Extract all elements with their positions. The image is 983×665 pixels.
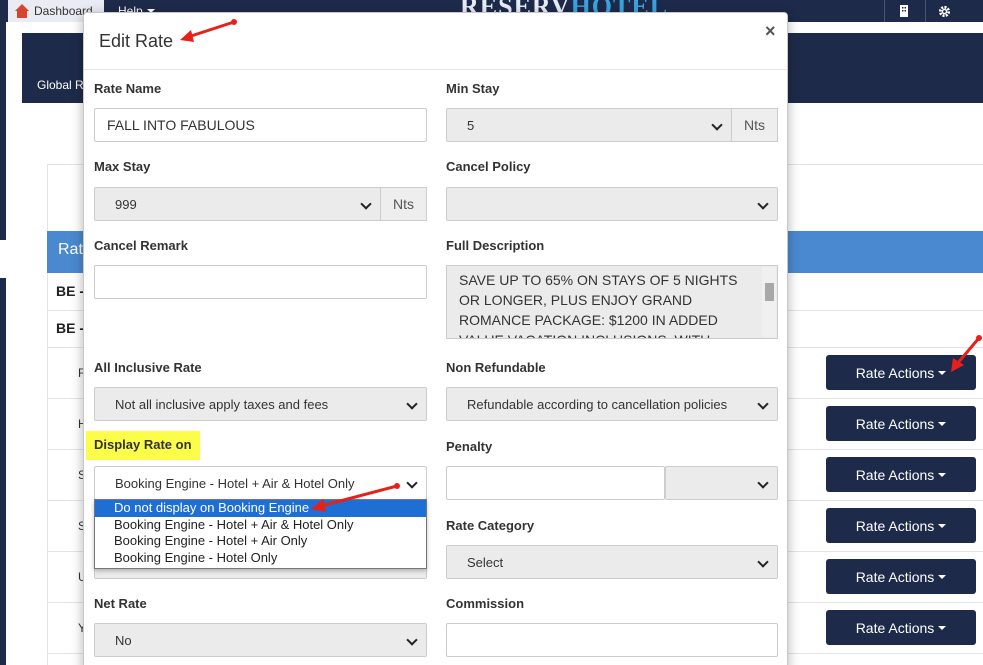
rate-actions-button[interactable]: Rate Actions [826,406,976,441]
min-stay-label: Min Stay [446,81,500,96]
caret-down-icon [938,625,947,630]
rate-actions-button[interactable]: Rate Actions [826,457,976,492]
non-refundable-label: Non Refundable [446,360,546,375]
min-stay-unit: Nts [731,108,778,142]
chevron-down-icon [406,634,418,646]
global-rates-nav[interactable]: Global R [37,78,84,92]
penalty-input[interactable] [446,466,665,500]
scrollbar-thumb[interactable] [765,283,774,301]
cancel-remark-label: Cancel Remark [94,238,188,253]
chevron-down-icon [360,198,372,210]
max-stay-label: Max Stay [94,159,151,174]
chevron-down-icon [406,398,418,410]
chevron-down-icon [757,398,769,410]
display-rate-on-options: Do not display on Booking Engine Booking… [94,499,427,569]
rate-category-select[interactable]: Select [446,545,778,579]
building-icon[interactable] [884,0,922,22]
net-rate-select[interactable]: No [94,623,427,657]
caret-down-icon [938,574,947,579]
all-inclusive-label: All Inclusive Rate [94,360,202,375]
all-inclusive-select[interactable]: Not all inclusive apply taxes and fees [94,387,427,421]
non-refundable-select[interactable]: Refundable according to cancellation pol… [446,387,778,421]
display-rate-on-label: Display Rate on [86,431,200,460]
left-sidebar-strip [0,22,6,665]
modal-title: Edit Rate [99,31,174,51]
max-stay-unit: Nts [380,187,427,221]
dropdown-option[interactable]: Booking Engine - Hotel Only [95,550,426,567]
caret-down-icon [938,421,947,426]
penalty-label: Penalty [446,439,493,454]
full-description-textarea[interactable]: SAVE UP TO 65% ON STAYS OF 5 NIGHTS OR L… [446,265,778,339]
modal-header: Edit Rate × [84,13,787,70]
rate-actions-button[interactable]: Rate Actions [826,508,976,543]
chevron-down-icon [757,477,769,489]
commission-input[interactable] [446,623,778,657]
commission-label: Commission [446,596,525,611]
rate-actions-button[interactable]: Rate Actions [826,355,976,390]
gear-icon[interactable] [925,0,963,22]
dropdown-option[interactable]: Do not display on Booking Engine [95,500,426,517]
chevron-down-icon [406,477,418,489]
penalty-type-select[interactable] [665,466,778,500]
left-strip-gap [0,240,6,278]
home-icon [14,4,30,18]
cancel-remark-input[interactable] [94,265,427,299]
chevron-down-icon [711,119,723,131]
textarea-scrollbar[interactable] [762,267,776,337]
chevron-down-icon [757,198,769,210]
dropdown-option[interactable]: Booking Engine - Hotel + Air Only [95,533,426,550]
close-icon[interactable]: × [765,21,776,42]
rate-category-label: Rate Category [446,518,535,533]
net-rate-label: Net Rate [94,596,147,611]
full-description-label: Full Description [446,238,545,253]
rate-name-input[interactable]: FALL INTO FABULOUS [94,108,427,142]
rate-actions-button[interactable]: Rate Actions [826,610,976,645]
chevron-down-icon [757,556,769,568]
caret-down-icon [938,523,947,528]
caret-down-icon [938,370,947,375]
cancel-policy-label: Cancel Policy [446,159,531,174]
display-rate-on-select[interactable]: Booking Engine - Hotel + Air & Hotel Onl… [94,466,427,500]
min-stay-select[interactable]: 5 [446,108,732,142]
rate-name-label: Rate Name [94,81,162,96]
dropdown-option[interactable]: Booking Engine - Hotel + Air & Hotel Onl… [95,517,426,534]
caret-down-icon [938,472,947,477]
max-stay-select[interactable]: 999 [94,187,381,221]
edit-rate-modal: Edit Rate × Rate Name FALL INTO FABULOUS… [83,12,788,665]
cancel-policy-select[interactable] [446,187,778,221]
rate-actions-button[interactable]: Rate Actions [826,559,976,594]
